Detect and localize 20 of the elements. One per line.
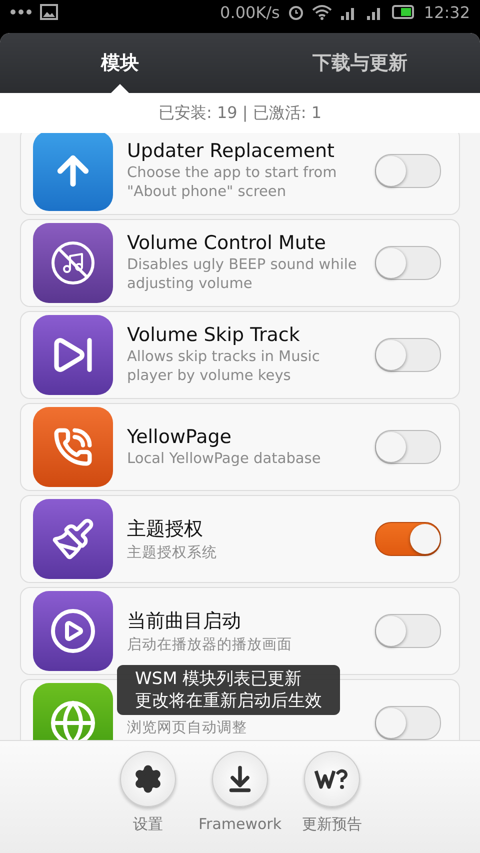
clock: 12:32	[424, 2, 470, 22]
module-title: YellowPage	[127, 426, 232, 448]
module-description: Choose the app to start from "About phone" screen	[127, 164, 338, 202]
action-label: 更新预告	[302, 815, 362, 834]
module-count: 已安装: 19 | 已激活: 1	[0, 93, 480, 133]
toast-message: 更改将在重新启动后生效	[135, 690, 322, 712]
module-description: Allows skip tracks in Music player by volume keys	[127, 348, 321, 386]
module-title: 当前曲目启动	[127, 608, 242, 634]
action-label: Framework	[198, 815, 282, 833]
action-label: 设置	[133, 815, 163, 834]
module-description: Local YellowPage database	[127, 450, 322, 468]
module-title: 主题授权	[127, 516, 204, 542]
network-speed: 0.00K/s	[220, 2, 280, 22]
module-description: 启动在播放器的播放画面	[127, 636, 293, 654]
module-title: Volume Control Mute	[127, 232, 327, 254]
module-description: 主题授权系统	[127, 544, 218, 562]
module-description: 浏览网页自动调整	[127, 718, 248, 738]
module-description: Disables ugly BEEP sound while adjusting volume	[127, 256, 358, 294]
module-title: Updater Replacement	[127, 140, 336, 162]
module-title: Volume Skip Track	[127, 324, 301, 346]
